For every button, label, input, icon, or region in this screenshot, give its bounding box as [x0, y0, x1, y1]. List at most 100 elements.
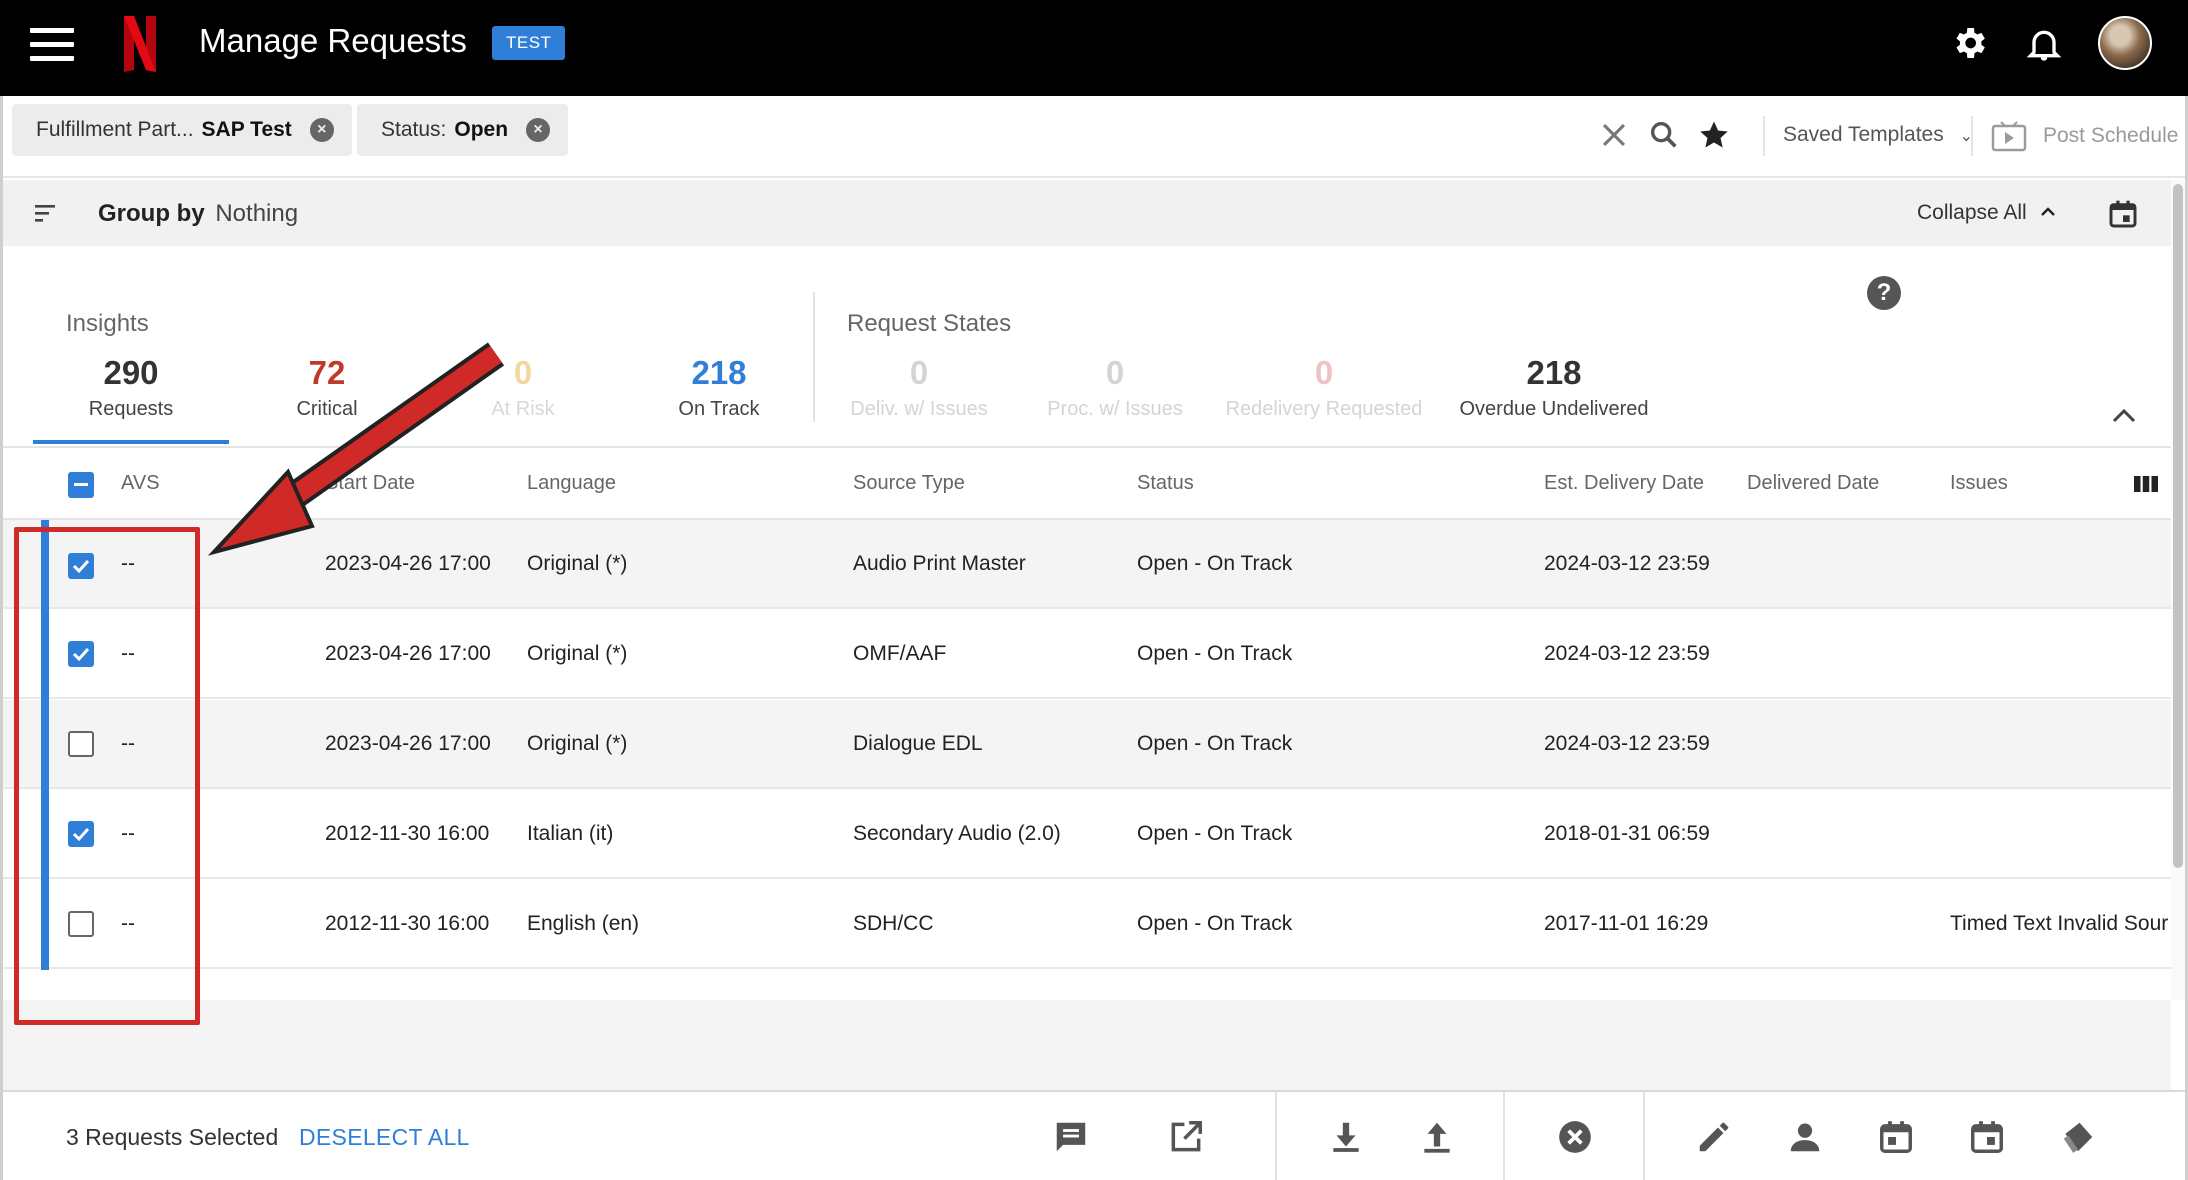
filter-chip-fulfillment[interactable]: Fulfillment Part... SAP Test × [12, 104, 352, 156]
stat-redelivery[interactable]: 0 Redelivery Requested [1209, 354, 1439, 421]
cell-start-date: 2012-11-30 16:00 [325, 912, 490, 935]
download-icon[interactable] [1327, 1118, 1365, 1156]
upload-icon[interactable] [1418, 1118, 1456, 1156]
calendar-icon[interactable] [1968, 1118, 2006, 1156]
cell-language: Original (*) [527, 732, 628, 755]
cell-status: Open - On Track [1137, 822, 1293, 845]
edit-icon[interactable] [1695, 1118, 1733, 1156]
table-row[interactable]: -- 2012-11-30 16:00 English (en) SDH/CC … [3, 880, 2171, 970]
stat-overdue[interactable]: 218 Overdue Undelivered [1439, 354, 1669, 421]
select-all-checkbox[interactable] [68, 472, 94, 498]
group-by-label: Group by [98, 200, 205, 227]
stat-deliv-issues[interactable]: 0 Deliv. w/ Issues [817, 354, 1021, 421]
stat-value: 218 [691, 354, 747, 391]
stat-value: 0 [909, 354, 929, 391]
filter-chip-status[interactable]: Status: Open × [357, 104, 569, 156]
cell-est-delivery: 2024-03-12 23:59 [1544, 732, 1710, 755]
page-title: Manage Requests [199, 22, 467, 59]
selection-action-bar: 3 Requests Selected DESELECT ALL [3, 1090, 2185, 1180]
chip-value: Open [454, 118, 509, 141]
stat-label: On Track [678, 398, 760, 420]
request-states-heading: Request States [847, 310, 1012, 337]
calendar-icon[interactable] [2107, 198, 2139, 230]
chevron-up-icon[interactable] [2109, 404, 2139, 428]
cell-status: Open - On Track [1137, 912, 1293, 935]
tag-icon[interactable] [2059, 1118, 2097, 1156]
selected-count: 3 Requests Selected [66, 1124, 279, 1150]
saved-templates-dropdown[interactable]: Saved Templates ⌄ [1763, 116, 1973, 156]
remove-filter-icon[interactable]: × [526, 118, 551, 142]
scrollbar-thumb[interactable] [2173, 184, 2183, 868]
schedule-tv-icon [1991, 121, 2027, 152]
sort-icon[interactable] [33, 202, 59, 224]
stat-label: Deliv. w/ Issues [850, 398, 988, 420]
open-external-icon[interactable] [1167, 1118, 1205, 1156]
cell-status: Open - On Track [1137, 732, 1293, 755]
table-row[interactable]: -- 2023-04-26 17:00 Original (*) OMF/AAF… [3, 610, 2171, 700]
cell-source-type: Dialogue EDL [853, 732, 983, 755]
person-icon[interactable] [1786, 1118, 1824, 1156]
column-header-avs[interactable]: AVS [121, 472, 160, 495]
action-divider [1643, 1092, 1645, 1180]
cell-est-delivery: 2018-01-31 06:59 [1544, 822, 1710, 845]
stat-on-track[interactable]: 218 On Track [621, 354, 817, 421]
column-header-source-type[interactable]: Source Type [853, 472, 965, 495]
search-icon[interactable] [1647, 118, 1681, 152]
column-header-delivered[interactable]: Delivered Date [1747, 472, 1879, 495]
action-divider [1503, 1092, 1505, 1180]
menu-icon[interactable] [30, 28, 74, 64]
help-icon[interactable]: ? [1867, 276, 1901, 310]
cell-est-delivery: 2017-11-01 16:29 [1544, 912, 1709, 935]
column-header-est-delivery[interactable]: Est. Delivery Date [1544, 472, 1704, 495]
table-row[interactable]: -- 2012-11-30 16:00 Italian (it) Seconda… [3, 790, 2171, 880]
stat-value: 0 [1314, 354, 1334, 391]
table-empty-area [3, 1000, 2171, 1090]
group-by-value: Nothing [215, 200, 299, 227]
stat-value: 218 [1526, 354, 1582, 391]
stat-label: Proc. w/ Issues [1047, 398, 1183, 420]
env-badge: TEST [492, 26, 566, 60]
cell-status: Open - On Track [1137, 552, 1293, 575]
filter-bar: Fulfillment Part... SAP Test × Status: O… [3, 96, 2185, 178]
deselect-all-button[interactable]: DESELECT ALL [299, 1124, 470, 1151]
chip-value: SAP Test [201, 118, 292, 141]
group-bar: Group by Nothing Collapse All [3, 180, 2185, 246]
stat-label: Overdue Undelivered [1459, 398, 1649, 420]
columns-icon[interactable] [2133, 474, 2159, 494]
clear-filters-icon[interactable] [1597, 118, 1631, 152]
remove-filter-icon[interactable]: × [309, 118, 334, 142]
collapse-all-label: Collapse All [1917, 201, 2027, 224]
annotation-arrow [207, 342, 505, 556]
chip-label: Status: [381, 118, 447, 141]
chip-label: Fulfillment Part... [36, 118, 194, 141]
cell-est-delivery: 2024-03-12 23:59 [1544, 642, 1710, 665]
saved-templates-label: Saved Templates [1783, 123, 1944, 146]
column-header-issues[interactable]: Issues [1950, 472, 2008, 495]
cell-start-date: 2023-04-26 17:00 [325, 642, 491, 665]
post-schedule-button[interactable]: Post Schedule [1971, 116, 2178, 156]
stat-value: 0 [1105, 354, 1125, 391]
cell-language: English (en) [527, 912, 640, 935]
gear-icon[interactable] [1949, 23, 1989, 63]
annotation-highlight-box [14, 527, 200, 1025]
cancel-icon[interactable] [1556, 1118, 1594, 1156]
avatar[interactable] [2098, 16, 2152, 70]
cell-start-date: 2023-04-26 17:00 [325, 732, 491, 755]
comment-icon[interactable] [1052, 1118, 1090, 1156]
table-row[interactable]: -- 2023-04-26 17:00 Original (*) Dialogu… [3, 700, 2171, 790]
action-divider [1275, 1092, 1277, 1180]
cell-language: Original (*) [527, 552, 628, 575]
column-header-status[interactable]: Status [1137, 472, 1194, 495]
group-by-selector[interactable]: Group by Nothing [98, 200, 298, 228]
bell-icon[interactable] [2024, 24, 2064, 64]
netflix-logo [124, 16, 156, 72]
star-icon[interactable] [1697, 118, 1731, 152]
column-header-language[interactable]: Language [527, 472, 616, 495]
calendar-icon[interactable] [1877, 1118, 1915, 1156]
app-header: Manage Requests TEST [0, 0, 2188, 96]
insights-heading: Insights [66, 310, 149, 337]
stat-proc-issues[interactable]: 0 Proc. w/ Issues [1013, 354, 1217, 421]
cell-source-type: OMF/AAF [853, 642, 947, 665]
collapse-all-button[interactable]: Collapse All [1917, 201, 2057, 225]
cell-source-type: SDH/CC [853, 912, 934, 935]
